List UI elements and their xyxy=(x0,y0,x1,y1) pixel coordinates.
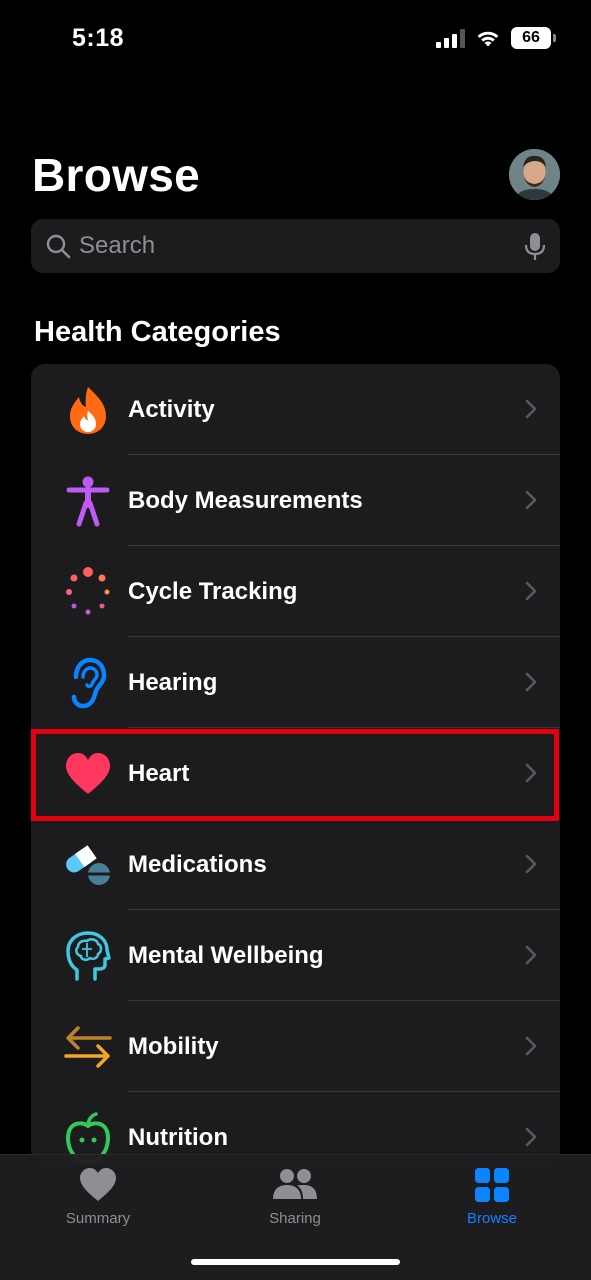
battery-icon: 66 xyxy=(511,27,556,49)
category-label: Mobility xyxy=(128,1033,219,1060)
arrows-icon xyxy=(62,1021,114,1073)
home-indicator xyxy=(191,1259,400,1265)
search-input[interactable] xyxy=(79,219,499,273)
chevron-right-icon xyxy=(525,399,537,419)
category-row-medications[interactable]: Medications xyxy=(31,819,560,910)
section-title: Health Categories xyxy=(34,316,281,348)
chevron-right-icon xyxy=(525,581,537,601)
status-indicators: 66 xyxy=(436,27,556,49)
category-label: Mental Wellbeing xyxy=(128,942,324,969)
categories-list: Activity Body Measurements Cycle Trackin… xyxy=(31,364,560,1164)
grid-icon xyxy=(475,1168,509,1202)
category-row-mobility[interactable]: Mobility xyxy=(31,1001,560,1092)
category-label: Medications xyxy=(128,851,267,878)
tab-label: Summary xyxy=(65,1210,131,1227)
search-icon xyxy=(46,234,71,259)
heart-icon xyxy=(80,1168,116,1201)
category-row-activity[interactable]: Activity xyxy=(31,364,560,455)
category-label: Body Measurements xyxy=(128,487,363,514)
category-row-mental-wellbeing[interactable]: Mental Wellbeing xyxy=(31,910,560,1001)
people-icon xyxy=(273,1169,317,1199)
wifi-icon xyxy=(477,31,499,47)
signal-icon xyxy=(436,28,465,48)
tab-label: Sharing xyxy=(269,1210,321,1227)
chevron-right-icon xyxy=(525,763,537,783)
pills-icon xyxy=(62,839,114,891)
chevron-right-icon xyxy=(525,1127,537,1147)
category-label: Heart xyxy=(128,760,190,787)
status-bar: 5:18 66 xyxy=(0,0,591,80)
search-bar[interactable] xyxy=(31,219,560,273)
chevron-right-icon xyxy=(525,854,537,874)
category-label: Activity xyxy=(128,396,215,423)
chevron-right-icon xyxy=(525,1036,537,1056)
chevron-right-icon xyxy=(525,672,537,692)
category-label: Cycle Tracking xyxy=(128,578,298,605)
chevron-right-icon xyxy=(525,490,537,510)
heart-icon xyxy=(62,748,114,800)
category-label: Hearing xyxy=(128,669,218,696)
avatar[interactable] xyxy=(509,149,560,200)
brain-head-icon xyxy=(62,930,114,982)
category-row-body-measurements[interactable]: Body Measurements xyxy=(31,455,560,546)
tab-label: Browse xyxy=(466,1210,518,1227)
category-row-heart[interactable]: Heart xyxy=(31,728,560,819)
chevron-right-icon xyxy=(525,945,537,965)
page-title: Browse xyxy=(32,149,200,201)
category-row-hearing[interactable]: Hearing xyxy=(31,637,560,728)
tab-browse[interactable]: Browse xyxy=(422,1155,562,1235)
ear-icon xyxy=(62,657,114,709)
category-row-cycle-tracking[interactable]: Cycle Tracking xyxy=(31,546,560,637)
tab-summary[interactable]: Summary xyxy=(28,1155,168,1235)
tab-sharing[interactable]: Sharing xyxy=(225,1155,365,1235)
cycle-tracking-icon xyxy=(62,566,114,618)
flame-icon xyxy=(62,384,114,436)
microphone-icon[interactable] xyxy=(524,232,546,262)
person-figure-icon xyxy=(62,475,114,527)
status-time: 5:18 xyxy=(72,24,125,52)
